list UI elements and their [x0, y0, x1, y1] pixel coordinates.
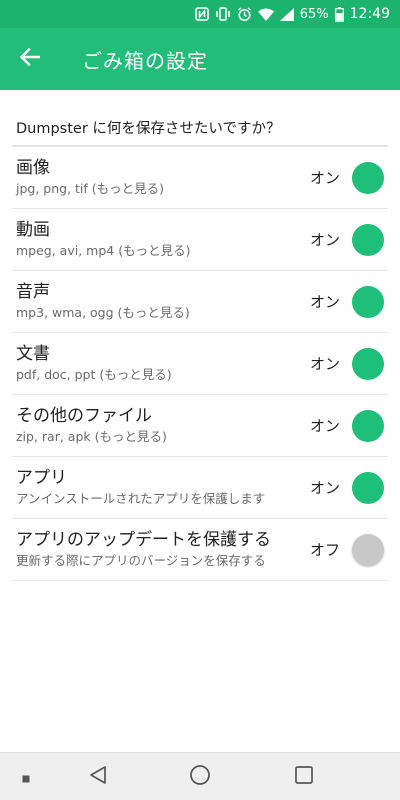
toggle-app-updates[interactable]	[352, 533, 384, 566]
setting-title: 音声	[16, 282, 50, 302]
recent-apps-dot-icon	[22, 768, 30, 787]
setting-subtitle[interactable]: mp3, wma, ogg (もっと見る)	[16, 304, 310, 322]
setting-title: アプリ	[16, 468, 67, 488]
setting-title: 動画	[16, 220, 50, 240]
settings-list: 画像 jpg, png, tif (もっと見る) オン 動画 mpeg, avi…	[12, 147, 388, 581]
back-button[interactable]	[0, 28, 60, 90]
arrow-left-icon	[19, 47, 41, 70]
alarm-icon	[237, 6, 252, 22]
system-nav-bar	[0, 752, 400, 800]
home-circle-icon	[189, 764, 211, 790]
setting-title: 画像	[16, 158, 50, 178]
page-title: ごみ箱の設定	[82, 48, 208, 73]
status-bar: 65% 12:49	[0, 0, 400, 28]
recent-apps-dot-button[interactable]	[16, 767, 36, 787]
setting-title: 文書	[16, 344, 50, 364]
setting-row-apps[interactable]: アプリ アンインストールされたアプリを保護します オン	[12, 457, 388, 519]
toggle-apps[interactable]	[352, 471, 384, 504]
setting-subtitle: 更新する際にアプリのバージョンを保存する	[16, 553, 266, 568]
clock: 12:49	[349, 6, 390, 22]
nav-home-button[interactable]	[186, 763, 214, 791]
setting-subtitle: アンインストールされたアプリを保護します	[16, 491, 266, 506]
vibrate-icon	[215, 7, 231, 21]
nav-back-button[interactable]	[84, 763, 112, 791]
nav-overview-button[interactable]	[290, 763, 318, 791]
nfc-icon	[194, 7, 209, 21]
setting-row-videos[interactable]: 動画 mpeg, avi, mp4 (もっと見る) オン	[12, 209, 388, 271]
setting-row-audio[interactable]: 音声 mp3, wma, ogg (もっと見る) オン	[12, 271, 388, 333]
setting-state-label: オン	[309, 355, 340, 373]
setting-state-label: オン	[309, 231, 340, 249]
setting-subtitle[interactable]: jpg, png, tif (もっと見る)	[16, 180, 310, 198]
settings-content: Dumpster に何を保存させたいですか？ 画像 jpg, png, tif …	[0, 90, 400, 581]
setting-state-label: オフ	[309, 541, 340, 559]
setting-subtitle[interactable]: zip, rar, apk (もっと見る)	[16, 428, 310, 446]
signal-icon	[279, 7, 294, 21]
setting-state-label: オン	[309, 293, 340, 311]
setting-title: アプリのアップデートを保護する	[16, 530, 271, 550]
toggle-audio[interactable]	[352, 285, 384, 318]
toggle-videos[interactable]	[352, 223, 384, 256]
setting-subtitle[interactable]: pdf, doc, ppt (もっと見る)	[16, 366, 310, 384]
toggle-images[interactable]	[352, 161, 384, 194]
setting-title: その他のファイル	[16, 406, 152, 426]
wifi-icon	[257, 8, 274, 21]
setting-row-images[interactable]: 画像 jpg, png, tif (もっと見る) オン	[12, 147, 388, 209]
overview-square-icon	[294, 765, 314, 789]
toggle-other-files[interactable]	[352, 409, 384, 442]
section-header: Dumpster に何を保存させたいですか？	[12, 117, 388, 147]
battery-icon	[334, 6, 344, 22]
setting-subtitle[interactable]: mpeg, avi, mp4 (もっと見る)	[16, 242, 310, 260]
back-triangle-icon	[88, 765, 108, 789]
setting-row-documents[interactable]: 文書 pdf, doc, ppt (もっと見る) オン	[12, 333, 388, 395]
setting-row-app-updates[interactable]: アプリのアップデートを保護する 更新する際にアプリのバージョンを保存する オフ	[12, 519, 388, 581]
app-bar: ごみ箱の設定	[0, 28, 400, 90]
toggle-documents[interactable]	[352, 347, 384, 380]
setting-row-other-files[interactable]: その他のファイル zip, rar, apk (もっと見る) オン	[12, 395, 388, 457]
battery-percent: 65%	[299, 6, 329, 22]
setting-state-label: オン	[309, 479, 340, 497]
setting-state-label: オン	[309, 417, 340, 435]
setting-state-label: オン	[309, 169, 340, 187]
